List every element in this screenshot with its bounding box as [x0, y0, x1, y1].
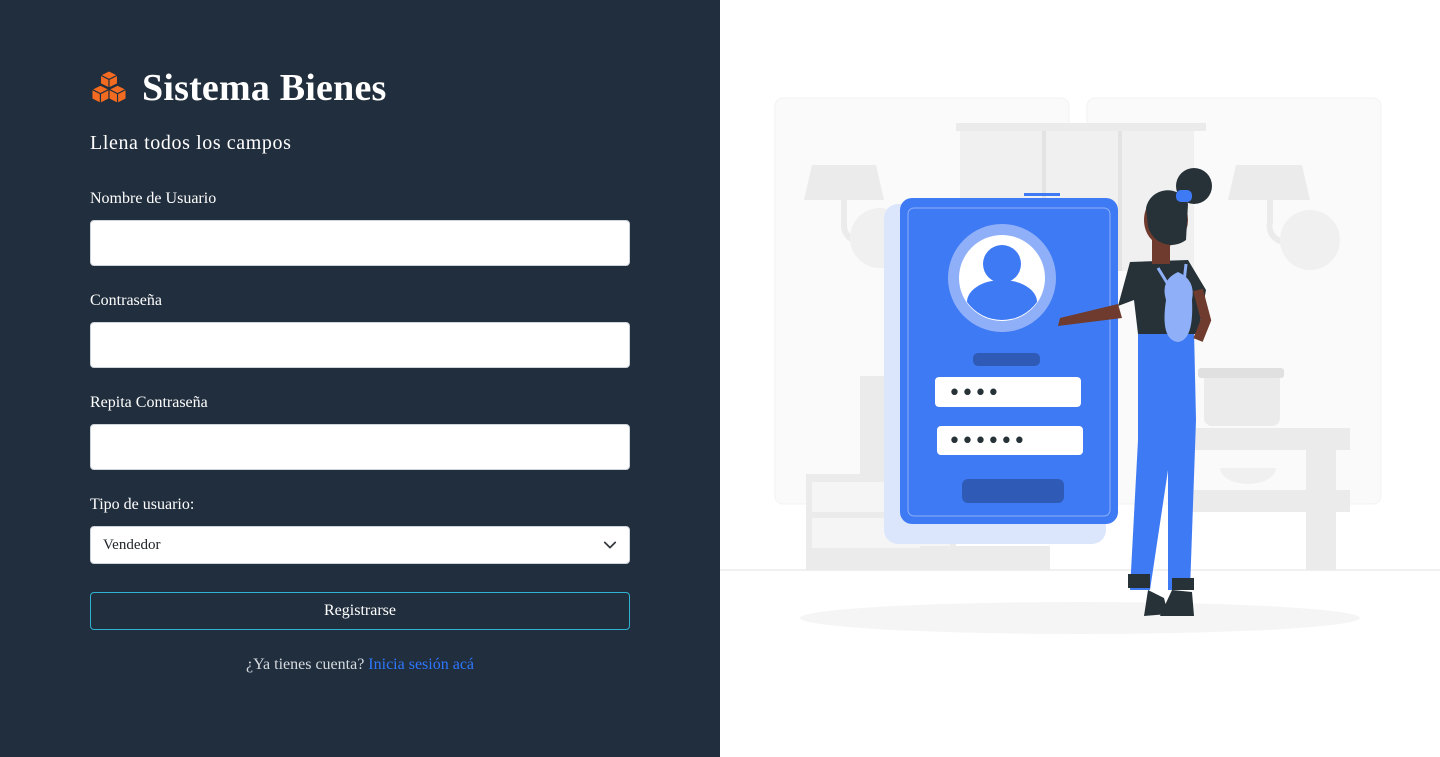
- register-button[interactable]: Registrarse: [90, 592, 630, 630]
- password-label: Contraseña: [90, 292, 162, 309]
- login-question: ¿Ya tienes cuenta?: [245, 656, 365, 673]
- user-type-select[interactable]: Vendedor: [90, 526, 630, 564]
- brand: Sistema Bienes: [90, 66, 387, 110]
- register-panel: Sistema Bienes Llena todos los campos No…: [0, 0, 720, 757]
- repeat-password-input[interactable]: [90, 424, 630, 470]
- login-prompt: ¿Ya tienes cuenta? Inicia sesión acá: [90, 656, 630, 674]
- user-type-label: Tipo de usuario:: [90, 496, 195, 513]
- password-input[interactable]: [90, 322, 630, 368]
- cubes-icon: [91, 70, 127, 104]
- password-mask-2: ••••••: [948, 429, 1026, 454]
- username-label: Nombre de Usuario: [90, 190, 217, 207]
- user-type-selected: Vendedor: [103, 536, 161, 553]
- login-link[interactable]: Inicia sesión acá: [368, 656, 474, 673]
- form-subtitle: Llena todos los campos: [90, 132, 292, 154]
- password-mask-1: ••••: [948, 381, 1000, 406]
- brand-title: Sistema Bienes: [142, 67, 387, 109]
- repeat-password-label: Repita Contraseña: [90, 394, 208, 411]
- chevron-down-icon: [603, 541, 617, 549]
- username-input[interactable]: [90, 220, 630, 266]
- user-login-illustration: •••• ••••••: [720, 97, 1440, 634]
